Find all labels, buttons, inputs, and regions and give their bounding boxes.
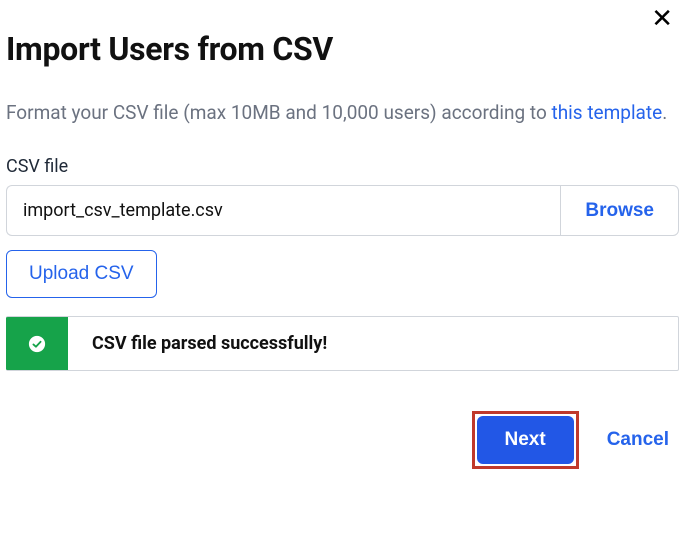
dialog-title: Import Users from CSV <box>6 30 679 68</box>
description-text-suffix: . <box>662 101 667 124</box>
template-link[interactable]: this template <box>552 101 663 124</box>
browse-button[interactable]: Browse <box>560 185 679 236</box>
status-message: CSV file parsed successfully! <box>68 317 678 370</box>
success-icon <box>6 317 68 370</box>
upload-csv-button[interactable]: Upload CSV <box>6 250 157 298</box>
csv-file-input[interactable]: import_csv_template.csv <box>6 185 560 236</box>
status-bar: CSV file parsed successfully! <box>6 316 679 371</box>
description-text-prefix: Format your CSV file (max 10MB and 10,00… <box>6 101 552 124</box>
close-icon[interactable]: ✕ <box>651 6 673 32</box>
dialog-description: Format your CSV file (max 10MB and 10,00… <box>6 98 679 128</box>
file-input-row: import_csv_template.csv Browse <box>6 185 679 236</box>
cancel-button[interactable]: Cancel <box>607 429 669 451</box>
csv-file-label: CSV file <box>6 156 679 177</box>
next-button-highlight: Next <box>472 411 579 469</box>
next-button[interactable]: Next <box>477 416 574 464</box>
dialog-footer: Next Cancel <box>6 411 679 469</box>
